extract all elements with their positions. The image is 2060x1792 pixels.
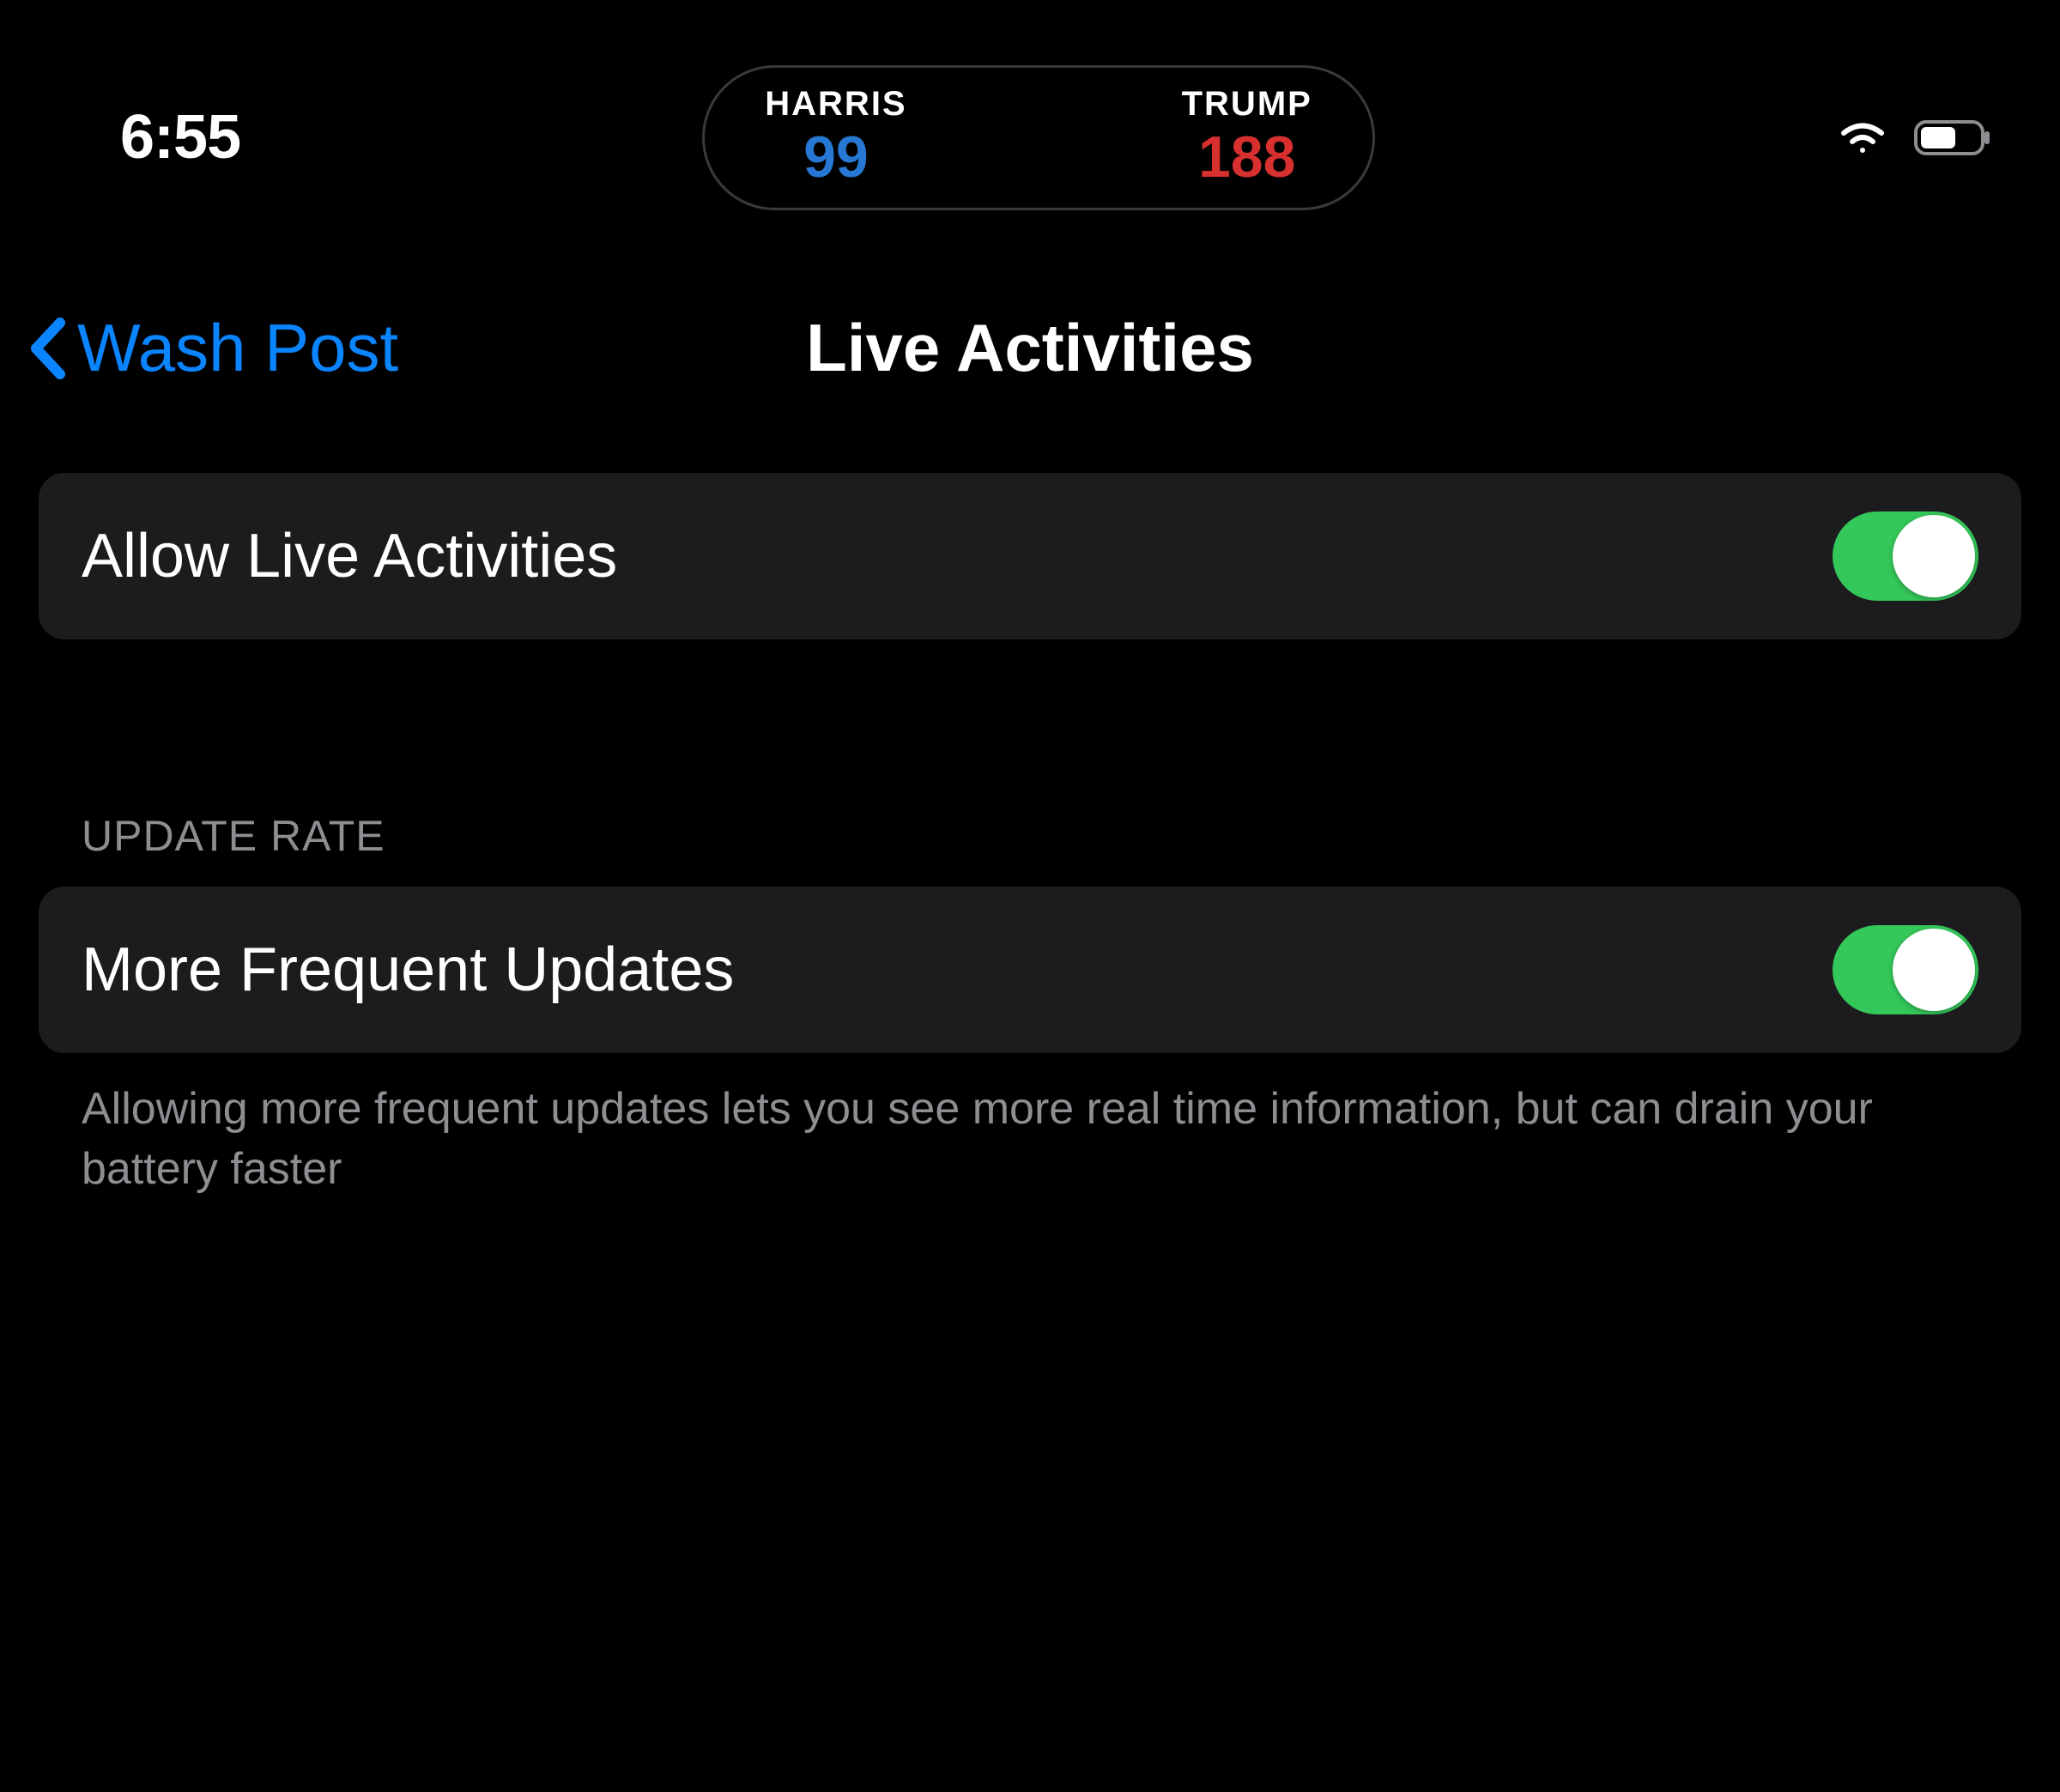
island-right-score: 188 bbox=[1198, 124, 1295, 191]
island-left-item: HARRIS 99 bbox=[765, 85, 906, 191]
page-title: Live Activities bbox=[806, 309, 1254, 387]
status-bar: 6:55 HARRIS 99 TRUMP 188 bbox=[0, 0, 2060, 257]
dynamic-island[interactable]: HARRIS 99 TRUMP 188 bbox=[702, 65, 1375, 210]
battery-icon bbox=[1914, 118, 1991, 157]
more-frequent-updates-row[interactable]: More Frequent Updates bbox=[39, 887, 2021, 1053]
island-left-score: 99 bbox=[803, 124, 869, 191]
more-frequent-updates-label: More Frequent Updates bbox=[82, 935, 734, 1005]
more-frequent-updates-toggle[interactable] bbox=[1833, 925, 1978, 1014]
settings-section-allow: Allow Live Activities bbox=[0, 473, 2060, 639]
island-left-label: HARRIS bbox=[765, 85, 906, 124]
toggle-knob bbox=[1893, 515, 1975, 597]
update-rate-footer: Allowing more frequent updates lets you … bbox=[39, 1053, 2021, 1199]
chevron-left-icon bbox=[26, 314, 69, 383]
status-icons bbox=[1837, 118, 1991, 157]
back-label: Wash Post bbox=[77, 309, 398, 387]
back-button[interactable]: Wash Post bbox=[26, 309, 398, 387]
settings-section-update-rate: UPDATE RATE More Frequent Updates Allowi… bbox=[0, 811, 2060, 1199]
island-right-label: TRUMP bbox=[1182, 85, 1312, 124]
allow-live-activities-label: Allow Live Activities bbox=[82, 521, 617, 591]
status-time: 6:55 bbox=[120, 102, 240, 173]
wifi-icon bbox=[1837, 118, 1888, 157]
toggle-knob bbox=[1893, 929, 1975, 1011]
allow-live-activities-row[interactable]: Allow Live Activities bbox=[39, 473, 2021, 639]
update-rate-header: UPDATE RATE bbox=[39, 811, 2021, 887]
allow-live-activities-toggle[interactable] bbox=[1833, 512, 1978, 601]
nav-bar: Wash Post Live Activities bbox=[0, 257, 2060, 473]
island-right-item: TRUMP 188 bbox=[1182, 85, 1312, 191]
